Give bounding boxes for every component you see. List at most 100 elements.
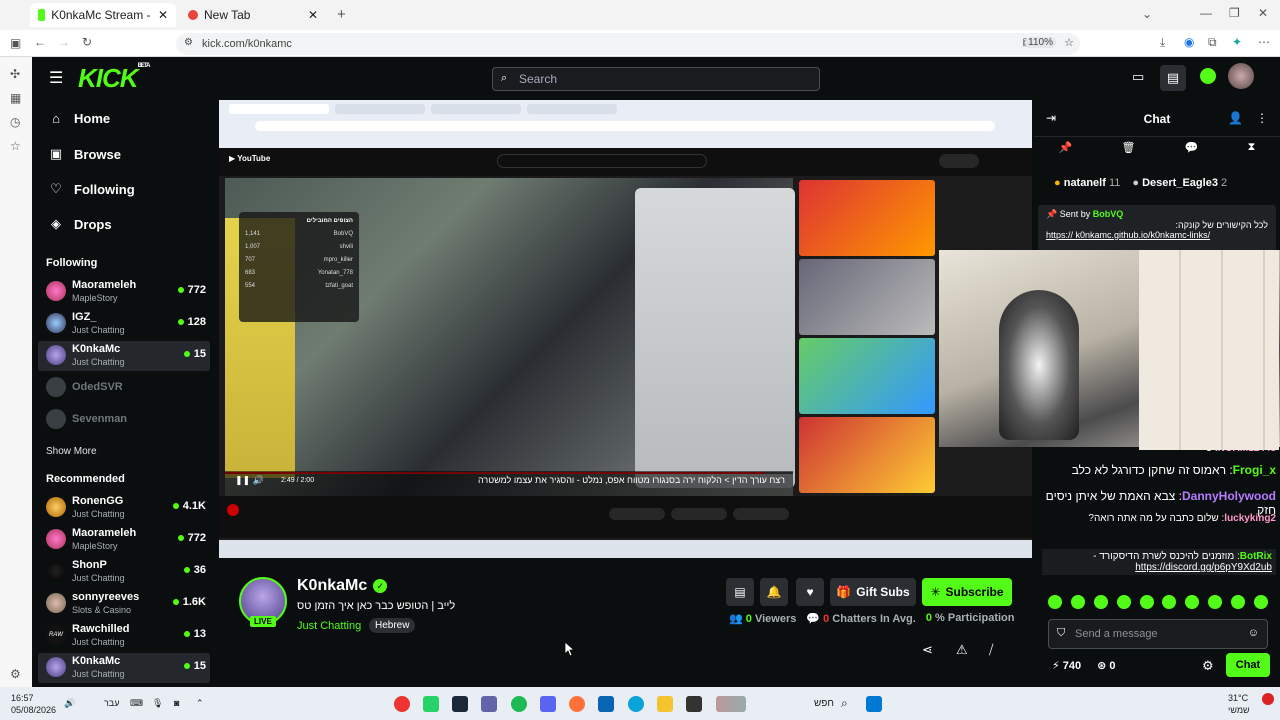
hide-chat-overlay-icon[interactable]: ⧸ [989, 642, 993, 658]
stream-category[interactable]: Just Chatting [297, 620, 361, 632]
search-highlight-icon[interactable] [716, 696, 746, 712]
window-close-icon[interactable]: ✕ [1258, 6, 1268, 20]
nav-following[interactable]: ♡ Following [48, 181, 134, 197]
tray-app-icon[interactable]: ◙ [174, 698, 179, 708]
report-icon[interactable]: ⚠ [956, 642, 968, 658]
more-menu-icon[interactable]: ⋯ [1258, 35, 1270, 49]
terminal-icon[interactable] [686, 696, 702, 712]
nav-drops[interactable]: ◈ Drops [48, 216, 112, 232]
hourglass-icon[interactable]: ⧗ [1248, 141, 1256, 161]
kick-logo[interactable]: KICKBETA [78, 63, 150, 94]
chat-message-input[interactable]: ⛉ Send a message ☺ [1048, 619, 1268, 649]
mic-icon[interactable]: 🎙 [152, 698, 163, 709]
recommended-channel[interactable]: RAW Rawchilled Just Chatting 13 [38, 621, 210, 651]
store-icon[interactable] [598, 696, 614, 712]
whatsapp-icon[interactable] [423, 696, 439, 712]
spotify-icon[interactable] [511, 696, 527, 712]
nav-home[interactable]: ⌂ Home [48, 111, 110, 126]
channel-name[interactable]: K0nkaMc [297, 577, 367, 595]
tab-new-tab[interactable]: New Tab ✕ [180, 3, 326, 27]
forward-icon[interactable]: → [58, 35, 70, 49]
emote-icon[interactable] [1253, 595, 1268, 609]
notification-badge[interactable] [1262, 693, 1274, 705]
following-channel-selected[interactable]: K0nkaMc Just Chatting 15 [38, 341, 210, 371]
file-explorer-icon[interactable] [657, 696, 673, 712]
favorite-star-icon[interactable]: ☆ [1064, 36, 1074, 49]
recommended-channel[interactable]: ShonP Just Chatting 36 [38, 557, 210, 587]
weather-desc[interactable]: שמשי [1228, 705, 1250, 715]
emote-icon[interactable] [1093, 595, 1108, 609]
firefox-icon[interactable] [569, 696, 585, 712]
settings-gear-icon[interactable]: ⚙ [10, 667, 21, 681]
theater-mode-icon[interactable]: ▭ [1132, 69, 1144, 85]
browser-essentials-icon[interactable]: ◉ [1184, 35, 1194, 49]
tray-chevron-up-icon[interactable]: ⌃ [196, 698, 204, 709]
app-icon[interactable] [394, 696, 410, 712]
recommended-channel[interactable]: sonnyreeves Slots & Casino 1.6K [38, 589, 210, 619]
kick-coin-icon[interactable] [1200, 68, 1216, 84]
emote-icon[interactable] [1070, 595, 1085, 609]
following-channel-offline[interactable]: Sevenman [38, 405, 210, 435]
subscribe-button[interactable]: ✳ Subscribe [922, 578, 1012, 606]
emote-icon[interactable] [1048, 595, 1062, 609]
video-player[interactable]: ▶ YouTube הצופים המובילים 1,141 BobVQ 1,0… [219, 100, 1032, 558]
downloads-icon[interactable]: ⤓ [1160, 35, 1165, 50]
back-icon[interactable]: ← [34, 35, 46, 49]
edge-icon[interactable] [628, 696, 644, 712]
user-avatar[interactable] [1228, 63, 1254, 89]
following-channel[interactable]: IGZ_ Just Chatting 128 [38, 309, 210, 339]
emote-icon[interactable] [1185, 595, 1200, 609]
chat-bubble-icon[interactable]: 💬 [1185, 141, 1199, 161]
close-icon[interactable]: ✕ [308, 8, 318, 22]
windows-start-icon[interactable] [866, 696, 882, 712]
chevron-down-icon[interactable]: ⌄ [1142, 7, 1152, 21]
hamburger-menu-icon[interactable]: ☰ [49, 68, 63, 88]
nav-browse[interactable]: ▣ Browse [48, 146, 121, 162]
speaker-icon[interactable]: 🔊 [64, 698, 75, 709]
leaderboard-entry[interactable]: ● Desert_Eagle3 2 [1132, 177, 1227, 189]
history-icon[interactable]: ◷ [10, 115, 20, 129]
favorites-icon[interactable]: ☆ [10, 139, 21, 153]
url-field[interactable]: ⚙ kick.com/k0nkamc ▤ 110% ☆ [176, 33, 1080, 55]
extensions-icon[interactable]: ⧉ [1208, 35, 1217, 50]
emote-icon[interactable] [1208, 595, 1223, 609]
language-tag[interactable]: Hebrew [369, 618, 416, 633]
show-more-link[interactable]: Show More [46, 446, 97, 457]
channel-points[interactable]: ⚡ 740 ⊛ 0 [1052, 659, 1116, 672]
trash-icon[interactable]: 🗑 [1122, 141, 1136, 161]
keyboard-icon[interactable]: ⌨ [130, 698, 143, 709]
teams-icon[interactable] [481, 696, 497, 712]
pinned-link[interactable]: https:// k0nkamc.github.io/k0nkamc-links… [1046, 230, 1268, 240]
gift-subs-button[interactable]: 🎁 Gift Subs [830, 578, 916, 606]
chat-send-button[interactable]: Chat [1226, 653, 1270, 677]
recommended-channel[interactable]: K0nkaMc Just Chatting 15 [38, 653, 210, 683]
more-options-icon[interactable]: ⋮ [1256, 111, 1268, 125]
bell-icon[interactable]: 🔔 [760, 578, 788, 606]
minimize-icon[interactable]: — [1200, 6, 1212, 20]
heart-follow-icon[interactable]: ♥ [796, 578, 824, 606]
taskbar-search-text[interactable]: חפש [814, 698, 834, 709]
following-channel[interactable]: Maorameleh MapleStory 772 [38, 277, 210, 307]
sidebar-toggle-icon[interactable]: ▣ [10, 36, 21, 50]
close-icon[interactable]: ✕ [158, 8, 168, 22]
clip-icon[interactable]: ▤ [726, 578, 754, 606]
emoji-icon[interactable]: ☺ [1248, 627, 1259, 639]
emote-icon[interactable] [1231, 595, 1245, 609]
search-input[interactable]: ⌕ Search [492, 67, 820, 91]
recommended-channel[interactable]: Maorameleh MapleStory 772 [38, 525, 210, 555]
emote-icon[interactable] [1162, 595, 1177, 609]
copilot-icon[interactable]: ✦ [1232, 35, 1242, 49]
pin-icon[interactable]: 📌 [1059, 141, 1073, 161]
tab-actions-icon[interactable]: ✣ [10, 67, 20, 81]
new-tab-plus-icon[interactable]: + [337, 6, 346, 23]
site-info-icon[interactable]: ⚙ [184, 37, 193, 48]
recommended-channel[interactable]: RonenGG Just Chatting 4.1K [38, 493, 210, 523]
dashboard-icon[interactable]: ▤ [1160, 65, 1186, 91]
users-icon[interactable]: 👤 [1228, 111, 1243, 125]
chat-settings-icon[interactable]: ⚙ [1202, 658, 1214, 674]
taskbar-search-icon[interactable]: ⌕ [841, 696, 848, 711]
steam-icon[interactable] [452, 696, 468, 712]
zoom-badge[interactable]: 110% [1025, 37, 1056, 48]
tab-kick[interactable]: K0nkaMc Stream - Watch Live o ✕ [30, 3, 176, 27]
leaderboard-entry[interactable]: ● natanelf 11 [1054, 177, 1120, 189]
